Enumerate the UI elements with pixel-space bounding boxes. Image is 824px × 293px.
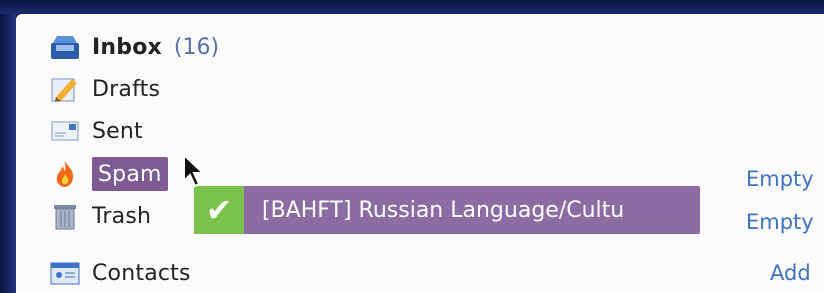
contacts-label: Contacts [92, 260, 191, 286]
empty-spam-link[interactable]: Empty [746, 167, 814, 191]
empty-trash-link[interactable]: Empty [746, 210, 814, 234]
drop-allowed-check-icon: ✔ [194, 186, 244, 234]
mouse-pointer-icon [182, 152, 208, 193]
trash-can-icon [50, 201, 80, 231]
add-contact-link[interactable]: Add [770, 261, 811, 285]
sent-envelope-icon [50, 116, 80, 146]
folder-sent-label: Sent [92, 118, 143, 144]
dragged-message-subject: [BAHFT] Russian Language/Cultu [262, 197, 625, 223]
spam-flame-icon [50, 159, 80, 189]
folder-sent[interactable]: Sent [50, 114, 143, 148]
inbox-tray-icon [50, 32, 80, 62]
folder-drafts-label: Drafts [92, 76, 161, 102]
drag-message-preview: ✔ [BAHFT] Russian Language/Cultu [194, 186, 700, 234]
window-frame-left [0, 14, 16, 293]
folder-inbox[interactable]: Inbox (16) [50, 30, 219, 64]
folder-trash-label: Trash [92, 203, 152, 229]
contacts-card-icon [50, 258, 80, 288]
folder-drafts[interactable]: Drafts [50, 72, 160, 106]
inbox-unread-count: (16) [173, 34, 220, 60]
contacts-link[interactable]: Contacts [50, 256, 191, 290]
drafts-pencil-icon [50, 74, 80, 104]
folder-trash[interactable]: Trash [50, 199, 151, 233]
folder-inbox-label: Inbox [92, 34, 162, 60]
window-frame-top [0, 0, 824, 14]
folder-spam-label: Spam [92, 157, 168, 191]
folder-spam[interactable]: Spam [50, 157, 168, 191]
